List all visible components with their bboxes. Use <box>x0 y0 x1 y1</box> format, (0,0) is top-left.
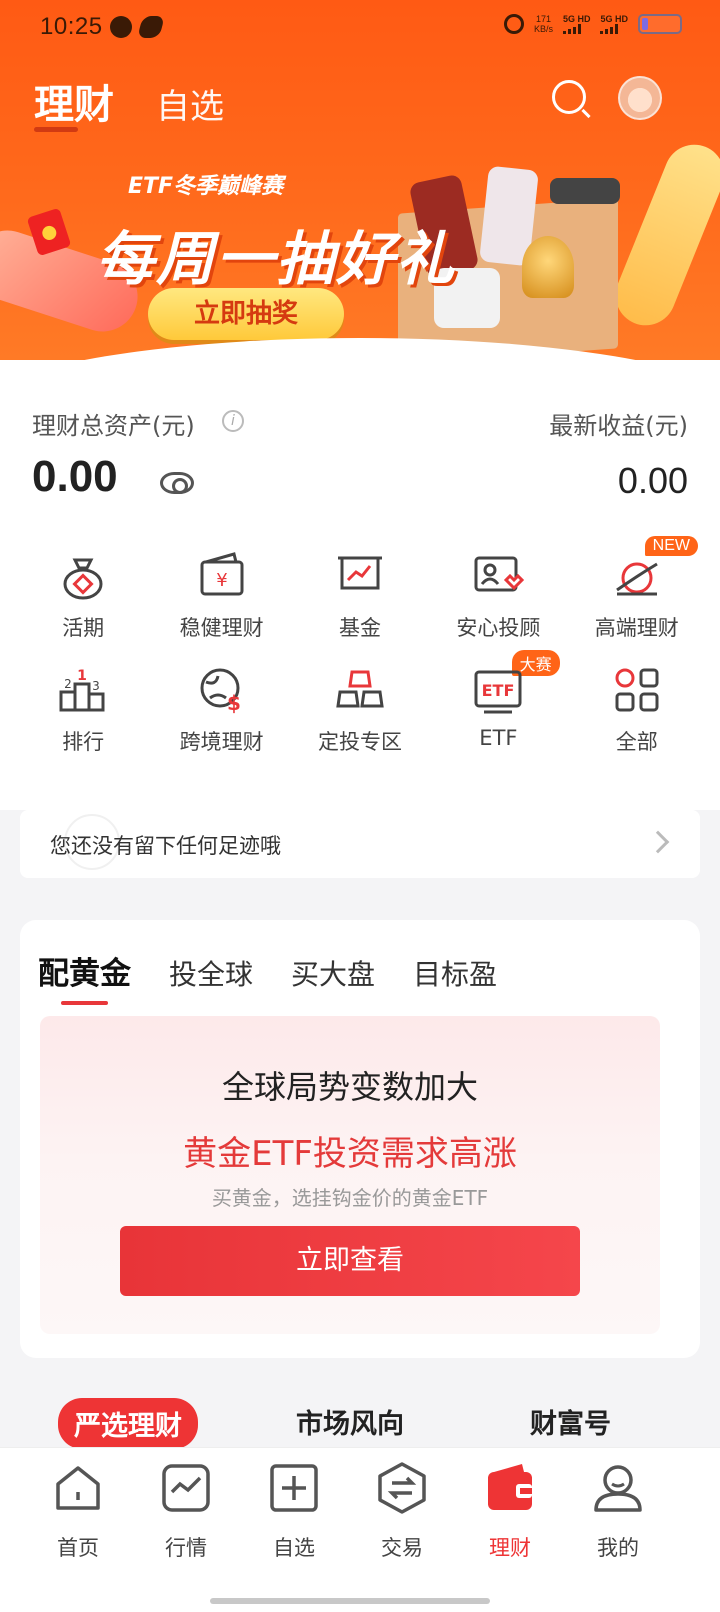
wallet-yen-icon: ¥ <box>196 550 248 602</box>
svg-text:¥: ¥ <box>216 570 227 591</box>
grid-item-etf[interactable]: 大赛 ETF ETF <box>429 650 567 756</box>
chevron-right-icon <box>646 830 670 854</box>
total-assets-label: 理财总资产(元) <box>32 412 195 440</box>
tab-global[interactable]: 投全球 <box>169 953 253 993</box>
grid-item-all[interactable]: 全部 <box>568 664 706 756</box>
draw-now-button[interactable]: 立即抽奖 <box>148 288 344 340</box>
total-assets-value: 0.00 <box>32 452 118 501</box>
signal-sim1: 5G HD <box>562 14 590 34</box>
grid-item-dingtou[interactable]: 定投专区 <box>291 664 429 756</box>
header: 10:25 171 KB/s 5G HD 5G HD 理财 自选 ETF冬季巅峰… <box>0 0 720 360</box>
trophy-graphic <box>522 236 574 298</box>
tab-wealth-account[interactable]: 财富号 <box>530 1402 611 1441</box>
grid-item-jijin[interactable]: 基金 <box>291 550 429 642</box>
info-icon[interactable]: i <box>222 410 244 432</box>
promo-title: 全球局势变数加大 <box>221 1068 478 1106</box>
battery-icon <box>638 14 682 34</box>
signal-sim2: 5G HD <box>600 14 628 34</box>
strategy-tabs: 配黄金 投全球 买大盘 目标盈 <box>38 948 497 1005</box>
home-icon <box>52 1462 104 1514</box>
tab-licai[interactable]: 理财 <box>34 72 114 132</box>
signal-bars-icon <box>562 24 581 34</box>
chart-board-icon <box>334 550 386 602</box>
svg-text:2: 2 <box>64 677 72 691</box>
product-grid: 活期 ¥ 稳健理财 基金 安心投顾 NEW 高端理财 1 2 3 排行 $ 跨境… <box>14 536 706 756</box>
tab-market-trend[interactable]: 市场风向 <box>296 1402 404 1441</box>
drone-prize-graphic <box>550 178 620 204</box>
signal-bars-icon <box>600 24 619 34</box>
banner-decoration <box>606 135 720 335</box>
banner-headline: 每周一抽好礼 <box>96 225 457 293</box>
promo-headline: 黄金ETF投资需求高涨 <box>183 1134 517 1174</box>
strategy-card: 配黄金 投全球 买大盘 目标盈 全球局势变数加大 黄金ETF投资需求高涨 买黄金… <box>20 920 700 1358</box>
promo-banner[interactable]: ETF冬季巅峰赛 每周一抽好礼 立即抽奖 <box>0 135 720 360</box>
status-time: 10:25 <box>40 13 103 40</box>
nav-market[interactable]: 行情 <box>136 1462 236 1562</box>
tab-broad-market[interactable]: 买大盘 <box>291 953 375 993</box>
nav-home[interactable]: 首页 <box>28 1462 128 1562</box>
svg-text:$: $ <box>227 691 241 715</box>
tab-gold[interactable]: 配黄金 <box>38 948 131 1005</box>
view-now-button[interactable]: 立即查看 <box>120 1226 580 1296</box>
alarm-icon <box>503 14 524 34</box>
app-notification-icon <box>137 16 165 38</box>
grid-item-paihang[interactable]: 123 排行 <box>14 664 152 756</box>
etf-icon: ETF <box>472 664 524 716</box>
avatar[interactable] <box>618 76 662 120</box>
nav-profile[interactable]: 我的 <box>568 1462 668 1562</box>
profile-icon <box>592 1462 644 1514</box>
section-tabs: 严选理财 市场风向 财富号 <box>0 1398 720 1449</box>
footprint-text: 您还没有留下任何足迹哦 <box>50 834 281 858</box>
latest-income-label: 最新收益(元) <box>549 412 688 440</box>
promo-subtitle: 买黄金，选挂钩金价的黄金ETF <box>211 1186 489 1210</box>
advisor-card-icon <box>472 550 525 602</box>
nav-wealth[interactable]: 理财 <box>460 1462 560 1562</box>
gold-bars-icon <box>334 664 386 716</box>
latest-income-value: 0.00 <box>617 460 688 501</box>
grid-item-anxin[interactable]: 安心投顾 <box>429 550 567 642</box>
svg-text:3: 3 <box>92 679 100 693</box>
grid-item-kuajing[interactable]: $ 跨境理财 <box>152 664 290 756</box>
market-chart-icon <box>160 1462 212 1514</box>
grid-item-gaoduan[interactable]: NEW 高端理财 <box>568 536 706 642</box>
tab-selected-products[interactable]: 严选理财 <box>58 1398 198 1449</box>
search-icon[interactable] <box>552 80 586 114</box>
tab-zixuan[interactable]: 自选 <box>156 79 224 130</box>
message-icon <box>110 16 132 38</box>
svg-text:ETF: ETF <box>482 681 515 700</box>
bottom-nav: 首页 行情 自选 交易 理财 我的 <box>0 1448 720 1612</box>
home-indicator[interactable] <box>210 1598 490 1604</box>
gold-promo: 全球局势变数加大 黄金ETF投资需求高涨 买黄金，选挂钩金价的黄金ETF 立即查… <box>40 1016 660 1334</box>
grid-item-wenjian[interactable]: ¥ 稳健理财 <box>152 550 290 642</box>
nav-trade[interactable]: 交易 <box>352 1462 452 1562</box>
premium-icon <box>611 550 663 602</box>
banner-title: ETF冬季巅峰赛 <box>128 174 284 199</box>
nav-favorites[interactable]: 自选 <box>244 1462 344 1562</box>
grid-item-huoqi[interactable]: 活期 <box>14 550 152 642</box>
net-speed: 171 KB/s <box>533 14 553 34</box>
status-bar: 10:25 171 KB/s 5G HD 5G HD <box>0 0 720 56</box>
podium-icon: 12 3 <box>57 664 109 716</box>
globe-dollar-icon: $ <box>196 664 248 716</box>
assets-section: 理财总资产(元) i 0.00 最新收益(元) 0.00 活期 ¥ 稳健理财 基… <box>0 360 720 810</box>
top-tabs: 理财 自选 <box>34 72 224 132</box>
eye-icon[interactable] <box>160 472 194 494</box>
exchange-icon <box>376 1462 428 1514</box>
money-bag-icon <box>57 550 109 602</box>
tab-target[interactable]: 目标盈 <box>413 953 497 993</box>
footprint-bar[interactable]: 您还没有留下任何足迹哦 <box>20 810 700 878</box>
add-favorite-icon <box>268 1462 320 1514</box>
wallet-icon <box>484 1462 536 1514</box>
svg-text:1: 1 <box>77 668 87 684</box>
all-grid-icon <box>611 664 663 716</box>
